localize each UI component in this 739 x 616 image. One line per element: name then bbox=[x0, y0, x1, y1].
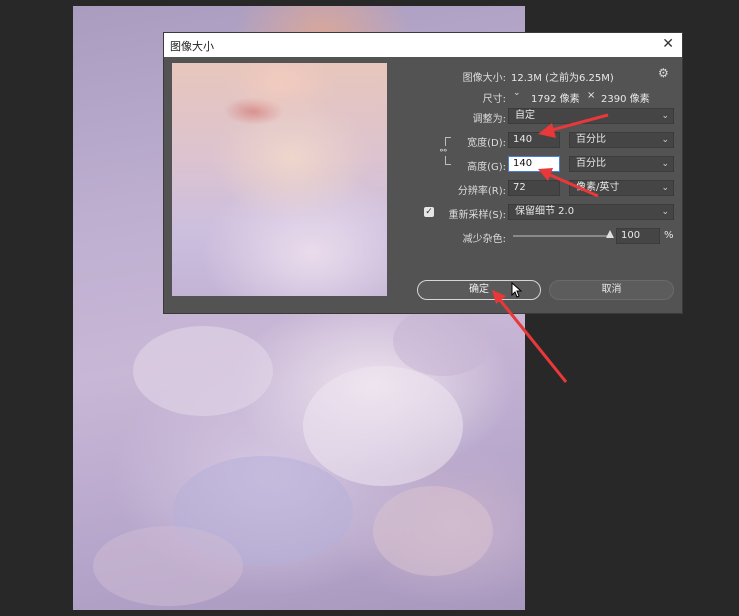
annotation-arrows bbox=[492, 113, 609, 383]
annotation-arrow-height bbox=[538, 168, 599, 198]
annotation-arrow-width bbox=[538, 113, 609, 138]
annotation-arrow-ok bbox=[492, 290, 568, 383]
